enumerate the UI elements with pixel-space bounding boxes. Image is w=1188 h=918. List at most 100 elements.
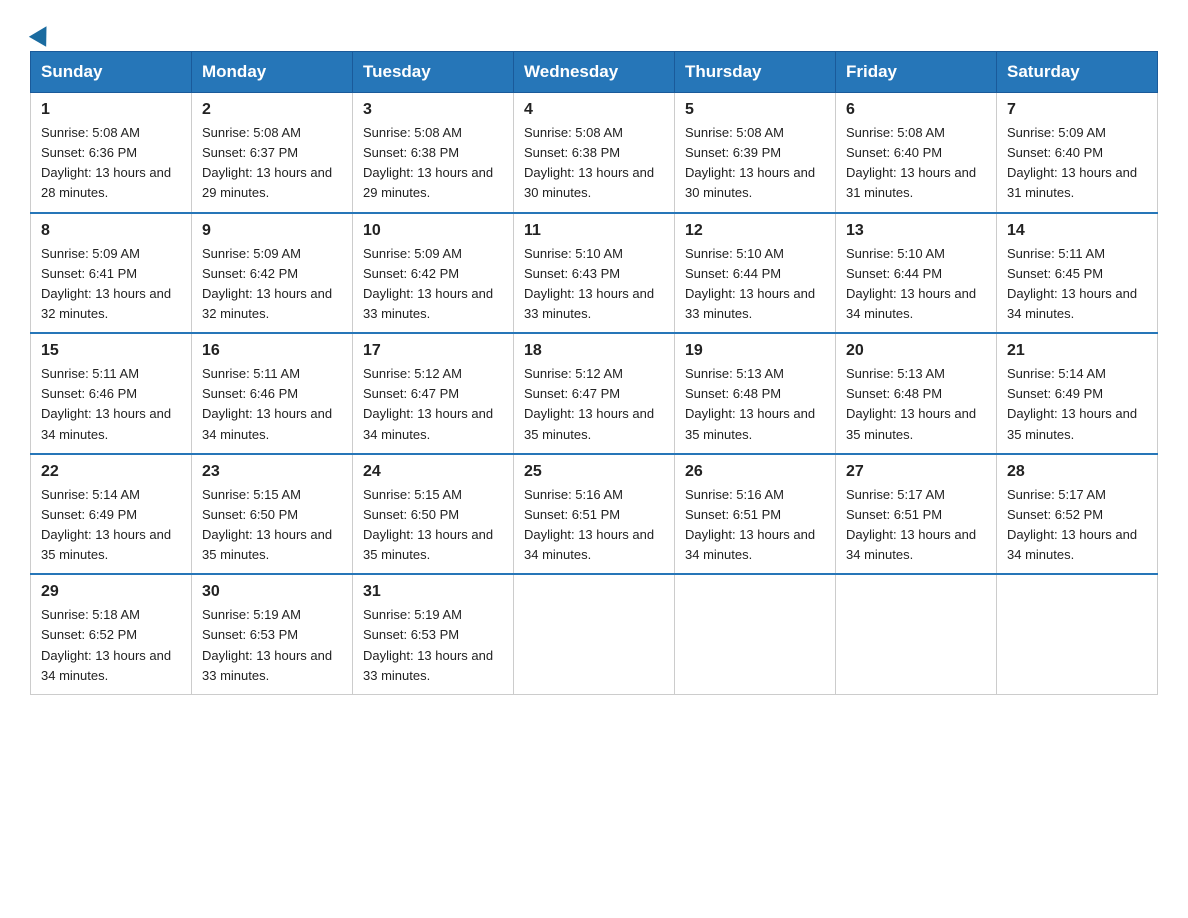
- day-info: Sunrise: 5:08 AMSunset: 6:38 PMDaylight:…: [524, 123, 664, 204]
- day-info: Sunrise: 5:15 AMSunset: 6:50 PMDaylight:…: [363, 485, 503, 566]
- day-number: 22: [41, 463, 181, 481]
- calendar-day-cell: 13 Sunrise: 5:10 AMSunset: 6:44 PMDayligh…: [836, 213, 997, 334]
- day-info: Sunrise: 5:08 AMSunset: 6:37 PMDaylight:…: [202, 123, 342, 204]
- calendar-day-cell: [675, 574, 836, 694]
- calendar-day-cell: 5 Sunrise: 5:08 AMSunset: 6:39 PMDaylight…: [675, 93, 836, 213]
- day-info: Sunrise: 5:17 AMSunset: 6:52 PMDaylight:…: [1007, 485, 1147, 566]
- weekday-header-sunday: Sunday: [31, 52, 192, 93]
- day-info: Sunrise: 5:09 AMSunset: 6:41 PMDaylight:…: [41, 244, 181, 325]
- day-info: Sunrise: 5:09 AMSunset: 6:42 PMDaylight:…: [363, 244, 503, 325]
- calendar-day-cell: 4 Sunrise: 5:08 AMSunset: 6:38 PMDaylight…: [514, 93, 675, 213]
- logo-triangle-icon: [29, 21, 55, 47]
- day-number: 11: [524, 222, 664, 240]
- day-info: Sunrise: 5:14 AMSunset: 6:49 PMDaylight:…: [41, 485, 181, 566]
- calendar-day-cell: 21 Sunrise: 5:14 AMSunset: 6:49 PMDayligh…: [997, 333, 1158, 454]
- day-info: Sunrise: 5:13 AMSunset: 6:48 PMDaylight:…: [846, 364, 986, 445]
- logo: [30, 20, 54, 41]
- weekday-header-wednesday: Wednesday: [514, 52, 675, 93]
- day-info: Sunrise: 5:12 AMSunset: 6:47 PMDaylight:…: [524, 364, 664, 445]
- calendar-day-cell: 15 Sunrise: 5:11 AMSunset: 6:46 PMDayligh…: [31, 333, 192, 454]
- calendar-week-row: 8 Sunrise: 5:09 AMSunset: 6:41 PMDaylight…: [31, 213, 1158, 334]
- day-info: Sunrise: 5:15 AMSunset: 6:50 PMDaylight:…: [202, 485, 342, 566]
- day-info: Sunrise: 5:16 AMSunset: 6:51 PMDaylight:…: [524, 485, 664, 566]
- day-number: 2: [202, 101, 342, 119]
- calendar-day-cell: 7 Sunrise: 5:09 AMSunset: 6:40 PMDaylight…: [997, 93, 1158, 213]
- day-info: Sunrise: 5:11 AMSunset: 6:46 PMDaylight:…: [41, 364, 181, 445]
- day-number: 9: [202, 222, 342, 240]
- calendar-day-cell: 28Sunrise: 5:17 AMSunset: 6:52 PMDayligh…: [997, 454, 1158, 575]
- day-number: 1: [41, 101, 181, 119]
- day-number: 8: [41, 222, 181, 240]
- calendar-day-cell: 10 Sunrise: 5:09 AMSunset: 6:42 PMDayligh…: [353, 213, 514, 334]
- calendar-week-row: 29 Sunrise: 5:18 AMSunset: 6:52 PMDayligh…: [31, 574, 1158, 694]
- day-info: Sunrise: 5:10 AMSunset: 6:44 PMDaylight:…: [846, 244, 986, 325]
- day-info: Sunrise: 5:08 AMSunset: 6:38 PMDaylight:…: [363, 123, 503, 204]
- calendar-day-cell: 8 Sunrise: 5:09 AMSunset: 6:41 PMDaylight…: [31, 213, 192, 334]
- day-number: 5: [685, 101, 825, 119]
- day-info: Sunrise: 5:10 AMSunset: 6:43 PMDaylight:…: [524, 244, 664, 325]
- calendar-day-cell: 1Sunrise: 5:08 AMSunset: 6:36 PMDaylight…: [31, 93, 192, 213]
- calendar-day-cell: 6 Sunrise: 5:08 AMSunset: 6:40 PMDaylight…: [836, 93, 997, 213]
- calendar-week-row: 15 Sunrise: 5:11 AMSunset: 6:46 PMDayligh…: [31, 333, 1158, 454]
- day-info: Sunrise: 5:19 AMSunset: 6:53 PMDaylight:…: [363, 605, 503, 686]
- day-number: 20: [846, 342, 986, 360]
- day-number: 21: [1007, 342, 1147, 360]
- calendar-day-cell: 17Sunrise: 5:12 AMSunset: 6:47 PMDayligh…: [353, 333, 514, 454]
- calendar-day-cell: 20 Sunrise: 5:13 AMSunset: 6:48 PMDayligh…: [836, 333, 997, 454]
- calendar-day-cell: 11 Sunrise: 5:10 AMSunset: 6:43 PMDayligh…: [514, 213, 675, 334]
- calendar-day-cell: 16Sunrise: 5:11 AMSunset: 6:46 PMDayligh…: [192, 333, 353, 454]
- weekday-header-thursday: Thursday: [675, 52, 836, 93]
- calendar-day-cell: [514, 574, 675, 694]
- day-number: 25: [524, 463, 664, 481]
- day-number: 29: [41, 583, 181, 601]
- day-number: 15: [41, 342, 181, 360]
- day-number: 31: [363, 583, 503, 601]
- weekday-header-friday: Friday: [836, 52, 997, 93]
- calendar-day-cell: 27 Sunrise: 5:17 AMSunset: 6:51 PMDayligh…: [836, 454, 997, 575]
- weekday-header-row: SundayMondayTuesdayWednesdayThursdayFrid…: [31, 52, 1158, 93]
- calendar-day-cell: 9 Sunrise: 5:09 AMSunset: 6:42 PMDaylight…: [192, 213, 353, 334]
- calendar-week-row: 22 Sunrise: 5:14 AMSunset: 6:49 PMDayligh…: [31, 454, 1158, 575]
- day-number: 27: [846, 463, 986, 481]
- day-info: Sunrise: 5:19 AMSunset: 6:53 PMDaylight:…: [202, 605, 342, 686]
- day-info: Sunrise: 5:08 AMSunset: 6:39 PMDaylight:…: [685, 123, 825, 204]
- page-header: [30, 20, 1158, 41]
- day-number: 24: [363, 463, 503, 481]
- day-number: 18: [524, 342, 664, 360]
- calendar-day-cell: 25 Sunrise: 5:16 AMSunset: 6:51 PMDayligh…: [514, 454, 675, 575]
- day-info: Sunrise: 5:09 AMSunset: 6:42 PMDaylight:…: [202, 244, 342, 325]
- day-info: Sunrise: 5:08 AMSunset: 6:40 PMDaylight:…: [846, 123, 986, 204]
- day-info: Sunrise: 5:11 AMSunset: 6:46 PMDaylight:…: [202, 364, 342, 445]
- day-info: Sunrise: 5:10 AMSunset: 6:44 PMDaylight:…: [685, 244, 825, 325]
- calendar-day-cell: 12 Sunrise: 5:10 AMSunset: 6:44 PMDayligh…: [675, 213, 836, 334]
- day-number: 19: [685, 342, 825, 360]
- day-number: 6: [846, 101, 986, 119]
- calendar-day-cell: 18 Sunrise: 5:12 AMSunset: 6:47 PMDayligh…: [514, 333, 675, 454]
- day-info: Sunrise: 5:12 AMSunset: 6:47 PMDaylight:…: [363, 364, 503, 445]
- calendar-day-cell: 2 Sunrise: 5:08 AMSunset: 6:37 PMDaylight…: [192, 93, 353, 213]
- calendar-day-cell: 23Sunrise: 5:15 AMSunset: 6:50 PMDayligh…: [192, 454, 353, 575]
- weekday-header-monday: Monday: [192, 52, 353, 93]
- calendar-day-cell: 3Sunrise: 5:08 AMSunset: 6:38 PMDaylight…: [353, 93, 514, 213]
- day-number: 10: [363, 222, 503, 240]
- day-number: 7: [1007, 101, 1147, 119]
- day-info: Sunrise: 5:17 AMSunset: 6:51 PMDaylight:…: [846, 485, 986, 566]
- calendar-day-cell: 26Sunrise: 5:16 AMSunset: 6:51 PMDayligh…: [675, 454, 836, 575]
- day-info: Sunrise: 5:14 AMSunset: 6:49 PMDaylight:…: [1007, 364, 1147, 445]
- weekday-header-tuesday: Tuesday: [353, 52, 514, 93]
- day-number: 14: [1007, 222, 1147, 240]
- day-info: Sunrise: 5:09 AMSunset: 6:40 PMDaylight:…: [1007, 123, 1147, 204]
- calendar-day-cell: 31 Sunrise: 5:19 AMSunset: 6:53 PMDayligh…: [353, 574, 514, 694]
- calendar-day-cell: [997, 574, 1158, 694]
- day-number: 30: [202, 583, 342, 601]
- calendar-table: SundayMondayTuesdayWednesdayThursdayFrid…: [30, 51, 1158, 695]
- calendar-day-cell: 24 Sunrise: 5:15 AMSunset: 6:50 PMDayligh…: [353, 454, 514, 575]
- day-number: 4: [524, 101, 664, 119]
- day-info: Sunrise: 5:11 AMSunset: 6:45 PMDaylight:…: [1007, 244, 1147, 325]
- day-number: 13: [846, 222, 986, 240]
- calendar-day-cell: 22 Sunrise: 5:14 AMSunset: 6:49 PMDayligh…: [31, 454, 192, 575]
- day-info: Sunrise: 5:18 AMSunset: 6:52 PMDaylight:…: [41, 605, 181, 686]
- day-number: 12: [685, 222, 825, 240]
- calendar-day-cell: 29 Sunrise: 5:18 AMSunset: 6:52 PMDayligh…: [31, 574, 192, 694]
- day-info: Sunrise: 5:16 AMSunset: 6:51 PMDaylight:…: [685, 485, 825, 566]
